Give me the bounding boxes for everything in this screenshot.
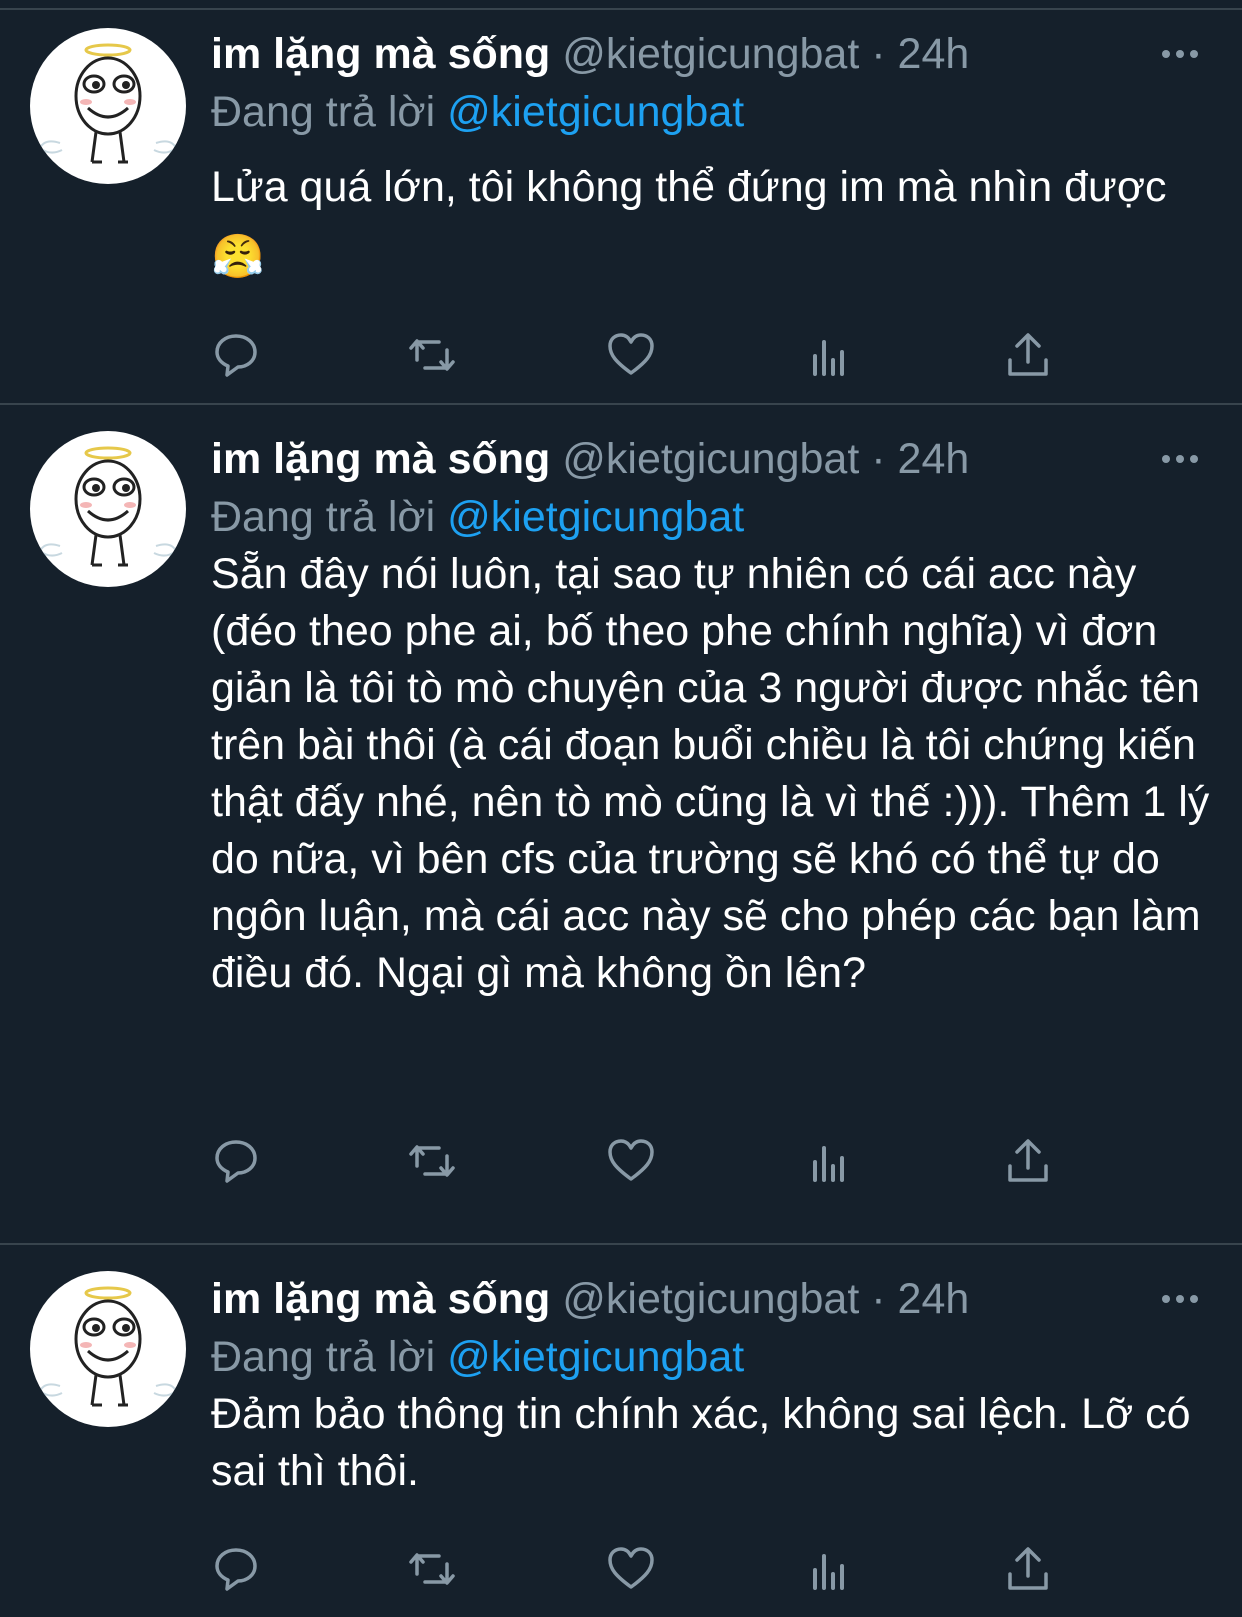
tweet-actions [211, 1544, 1091, 1594]
tweet-header: im lặng mà sống @kietgicungbat · 24h [211, 431, 969, 487]
tweet-text: Lửa quá lớn, tôi không thể đứng im mà nh… [211, 152, 1211, 292]
tweet[interactable]: im lặng mà sống @kietgicungbat · 24h Đan… [0, 0, 1242, 405]
tweet-text: Sẵn đây nói luôn, tại sao tự nhiên có cá… [211, 550, 1222, 997]
display-name[interactable]: im lặng mà sống [211, 30, 550, 78]
tweet-header: im lặng mà sống @kietgicungbat · 24h [211, 26, 969, 82]
replying-to: Đang trả lời @kietgicungbat [211, 84, 744, 140]
angel-meme-face-avatar [38, 446, 178, 567]
avatar[interactable] [30, 28, 186, 184]
retweet-icon[interactable] [407, 1136, 457, 1186]
reply-icon[interactable] [211, 1544, 261, 1594]
separator: · [871, 30, 886, 78]
handle[interactable]: @kietgicungbat [562, 30, 859, 78]
timestamp[interactable]: 24h [898, 1275, 970, 1323]
tweet-actions [211, 1136, 1091, 1186]
replying-prefix: Đang trả lời [211, 88, 436, 136]
timestamp[interactable]: 24h [898, 30, 970, 78]
separator: · [871, 1275, 886, 1323]
mention-link[interactable]: @kietgicungbat [447, 88, 744, 136]
tweet-text-content: Lửa quá lớn, tôi không thể đứng im mà nh… [211, 163, 1167, 211]
handle[interactable]: @kietgicungbat [562, 1275, 859, 1323]
analytics-icon[interactable] [805, 1136, 855, 1186]
replying-to: Đang trả lời @kietgicungbat [211, 489, 744, 545]
tweet[interactable]: im lặng mà sống @kietgicungbat · 24h Đan… [0, 1245, 1242, 1617]
replying-prefix: Đang trả lời [211, 1333, 436, 1381]
more-options-icon[interactable] [1160, 1289, 1200, 1309]
retweet-icon[interactable] [407, 330, 457, 380]
tweet-header: im lặng mà sống @kietgicungbat · 24h [211, 1271, 969, 1327]
more-options-icon[interactable] [1160, 449, 1200, 469]
share-icon[interactable] [1003, 1136, 1053, 1186]
analytics-icon[interactable] [805, 330, 855, 380]
display-name[interactable]: im lặng mà sống [211, 1275, 550, 1323]
share-icon[interactable] [1003, 330, 1053, 380]
emoji: 😤 [211, 233, 265, 281]
heart-icon[interactable] [606, 1136, 656, 1186]
mention-link[interactable]: @kietgicungbat [447, 493, 744, 541]
handle[interactable]: @kietgicungbat [562, 435, 859, 483]
reply-icon[interactable] [211, 330, 261, 380]
retweet-icon[interactable] [407, 1544, 457, 1594]
analytics-icon[interactable] [805, 1544, 855, 1594]
timestamp[interactable]: 24h [898, 435, 970, 483]
tweet[interactable]: im lặng mà sống @kietgicungbat · 24h Đan… [0, 405, 1242, 1245]
tweet-actions [211, 330, 1091, 380]
more-options-icon[interactable] [1160, 44, 1200, 64]
replying-to: Đang trả lời @kietgicungbat [211, 1329, 744, 1385]
display-name[interactable]: im lặng mà sống [211, 435, 550, 483]
heart-icon[interactable] [606, 330, 656, 380]
share-icon[interactable] [1003, 1544, 1053, 1594]
angel-meme-face-avatar [38, 1286, 178, 1407]
mention-link[interactable]: @kietgicungbat [447, 1333, 744, 1381]
avatar[interactable] [30, 431, 186, 587]
heart-icon[interactable] [606, 1544, 656, 1594]
separator: · [871, 435, 886, 483]
angel-meme-face-avatar [38, 43, 178, 164]
reply-icon[interactable] [211, 1136, 261, 1186]
replying-prefix: Đang trả lời [211, 493, 436, 541]
avatar[interactable] [30, 1271, 186, 1427]
tweet-text: Đảm bảo thông tin chính xác, không sai l… [211, 1390, 1203, 1495]
